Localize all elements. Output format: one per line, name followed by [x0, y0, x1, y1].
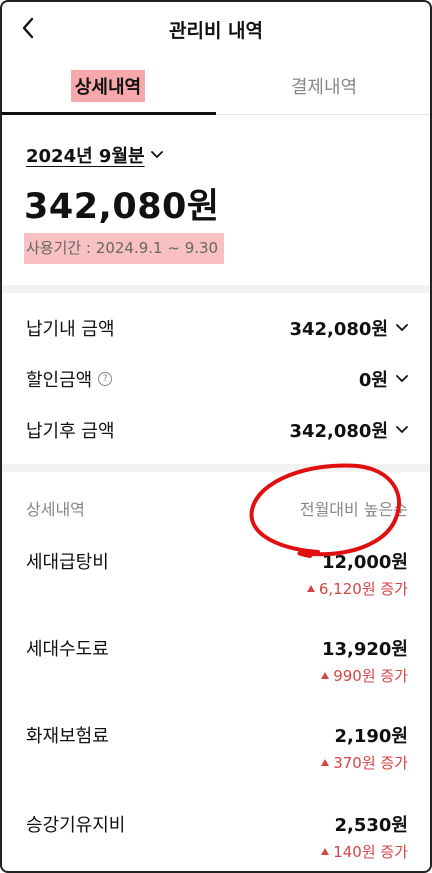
item-amount: 12,000원 — [321, 552, 408, 573]
item-change: 990원 증가 — [321, 665, 408, 686]
item-change: 140원 증가 — [321, 841, 408, 862]
chevron-down-icon — [150, 151, 163, 159]
item-change-text: 370원 증가 — [333, 754, 408, 772]
payment-row-late[interactable]: 납기후 금액 342,080원 — [26, 415, 408, 445]
list-item: 화재보험료 2,190원 370원 증가 — [26, 722, 408, 782]
payment-amount: 342,080원 — [289, 421, 388, 442]
total-amount: 342,080원 — [24, 187, 220, 227]
help-icon[interactable]: ? — [98, 372, 113, 386]
chevron-down-icon — [396, 375, 408, 383]
item-name: 세대급탕비 — [26, 552, 109, 573]
tab-bar: 상세내역 결제내역 — [0, 58, 432, 115]
details-title: 상세내역 — [26, 500, 85, 519]
section-divider — [0, 285, 432, 293]
tab-details[interactable]: 상세내역 — [0, 58, 216, 114]
chevron-down-icon — [396, 426, 408, 434]
arrow-up-icon — [306, 585, 315, 592]
item-change-text: 990원 증가 — [333, 667, 408, 685]
list-item: 승강기유지비 2,530원 140원 증가 — [26, 811, 408, 871]
item-change: 370원 증가 — [321, 752, 408, 773]
tab-payments-label: 결제내역 — [290, 77, 358, 98]
list-item: 세대수도료 13,920원 990원 증가 — [26, 635, 408, 695]
item-amount: 13,920원 — [321, 639, 408, 660]
item-name: 세대수도료 — [26, 639, 109, 660]
arrow-up-icon — [321, 759, 330, 766]
list-item: 세대급탕비 12,000원 6,120원 증가 — [26, 548, 408, 608]
item-amount: 2,530원 — [334, 815, 409, 836]
item-change-text: 6,120원 증가 — [318, 580, 408, 598]
item-change-text: 140원 증가 — [333, 843, 408, 861]
period-label: 2024년 9월분 — [26, 146, 145, 167]
payment-amount: 0원 — [358, 370, 388, 391]
payment-row-discount[interactable]: 할인금액 ? 0원 — [26, 364, 408, 394]
payment-label: 납기내 금액 — [26, 319, 115, 340]
period-selector[interactable]: 2024년 9월분 — [26, 142, 163, 168]
item-amount: 2,190원 — [334, 726, 409, 747]
usage-period: 사용기간 : 2024.9.1 ~ 9.30 — [24, 233, 225, 264]
item-name: 화재보험료 — [26, 726, 109, 747]
payment-row-due[interactable]: 납기내 금액 342,080원 — [26, 313, 408, 343]
chevron-down-icon — [396, 324, 408, 332]
app-header: 관리비 내역 — [0, 0, 432, 58]
tab-details-label: 상세내역 — [70, 70, 146, 102]
item-change: 6,120원 증가 — [306, 578, 408, 599]
payment-amount: 342,080원 — [289, 319, 388, 340]
tab-payments[interactable]: 결제내역 — [216, 58, 432, 114]
item-name: 승강기유지비 — [26, 815, 126, 836]
page-title: 관리비 내역 — [168, 20, 263, 42]
payment-label: 할인금액 — [26, 370, 93, 391]
payment-label: 납기후 금액 — [26, 421, 115, 442]
details-header: 상세내역 전월대비 높은순 — [26, 496, 408, 520]
arrow-up-icon — [321, 672, 330, 679]
sort-toggle[interactable]: 전월대비 높은순 — [300, 496, 408, 520]
arrow-up-icon — [321, 848, 330, 855]
section-divider — [0, 464, 432, 472]
active-tab-indicator — [0, 112, 216, 115]
